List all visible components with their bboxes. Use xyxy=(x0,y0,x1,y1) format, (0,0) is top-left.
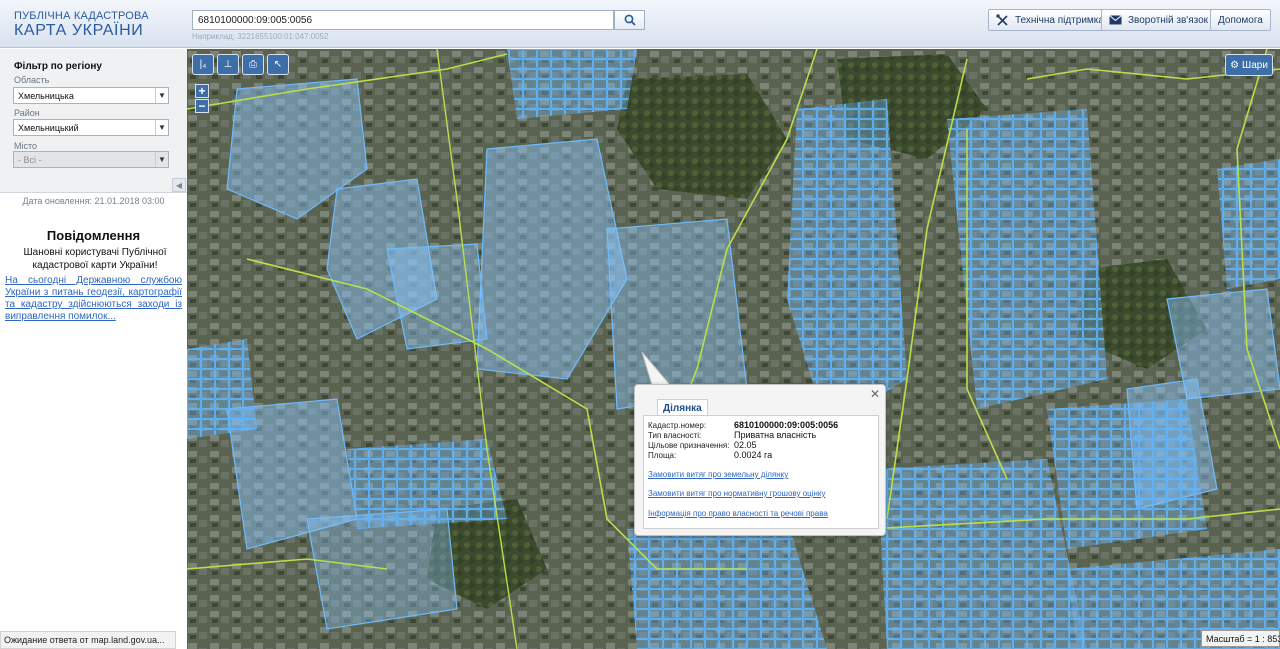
tab-parcel[interactable]: Ділянка xyxy=(657,399,708,416)
identify-button[interactable]: ↖ xyxy=(267,54,289,75)
city-select[interactable]: - Всі - ▼ xyxy=(13,151,169,168)
magnifier-icon xyxy=(624,14,636,26)
feedback-label: Зворотній зв'язок xyxy=(1128,14,1209,26)
help-button[interactable]: Допомога xyxy=(1210,9,1271,31)
zoom-out-button[interactable]: − xyxy=(195,99,209,113)
cadastral-number-value: 6810100000:09:005:0056 xyxy=(734,420,839,430)
district-select[interactable]: Хмельницький ▼ xyxy=(13,119,169,136)
close-icon[interactable]: ✕ xyxy=(870,388,880,400)
map-view[interactable]: |₄ ⊥ ⎙ ↖ + − ⚙ Шари Масштаб = 1 : 8531 xyxy=(187,49,1280,649)
measure-area-button[interactable]: ⊥ xyxy=(217,54,239,75)
purpose-label: Цільове призначення: xyxy=(648,441,730,450)
print-button[interactable]: ⎙ xyxy=(242,54,264,75)
measure-line-icon: |₄ xyxy=(199,59,207,70)
logo-line1: ПУБЛІЧНА КАДАСТРОВА xyxy=(14,10,149,22)
filter-title: Фільтр по регіону xyxy=(14,61,102,72)
browser-status-bar: Ожидание ответа от map.land.gov.ua... xyxy=(0,631,176,649)
notice-link[interactable]: На сьогодні Державною службою України з … xyxy=(5,275,182,323)
layers-button[interactable]: ⚙ Шари xyxy=(1225,54,1273,76)
collapse-sidebar-button[interactable]: ◀ xyxy=(172,178,186,192)
ownership-rights-link[interactable]: Інформація про право власності та речові… xyxy=(648,509,828,518)
zoom-in-button[interactable]: + xyxy=(195,84,209,98)
cadastral-search-input[interactable] xyxy=(192,10,614,30)
popup-pointer xyxy=(641,352,672,386)
chevron-down-icon: ▼ xyxy=(155,120,168,135)
layers-label: Шари xyxy=(1242,59,1268,71)
region-filter-panel: Фільтр по регіону Область Хмельницька ▼ … xyxy=(0,49,187,193)
tools-icon xyxy=(996,14,1008,26)
chevron-down-icon: ▼ xyxy=(155,88,168,103)
print-icon: ⎙ xyxy=(249,59,257,70)
map-toolbar: |₄ ⊥ ⎙ ↖ xyxy=(192,54,289,75)
notice-title: Повідомлення xyxy=(46,228,141,243)
site-logo[interactable]: ПУБЛІЧНА КАДАСТРОВА КАРТА УКРАЇНИ xyxy=(14,11,149,39)
search-bar xyxy=(192,10,645,30)
header-bar: ПУБЛІЧНА КАДАСТРОВА КАРТА УКРАЇНИ Наприк… xyxy=(0,0,1280,48)
order-parcel-extract-link[interactable]: Замовити витяг про земельну ділянку xyxy=(648,470,788,479)
logo-line2: КАРТА УКРАЇНИ xyxy=(14,22,144,39)
search-button[interactable] xyxy=(614,10,645,30)
purpose-value: 02.05 xyxy=(734,440,757,450)
identify-icon: ↖ xyxy=(273,59,283,70)
city-label: Місто xyxy=(14,141,38,151)
area-value: 0.0024 га xyxy=(734,450,773,460)
feedback-button[interactable]: Зворотній зв'язок xyxy=(1101,9,1217,31)
search-example: Наприклад: 3221655100:01:047:0052 xyxy=(192,32,329,41)
region-label: Область xyxy=(14,75,50,85)
region-select[interactable]: Хмельницька ▼ xyxy=(13,87,169,104)
district-label: Район xyxy=(14,108,40,118)
tech-support-label: Технічна підтримка xyxy=(1015,14,1104,26)
envelope-icon xyxy=(1109,15,1122,25)
chevron-left-icon: ◀ xyxy=(175,180,183,190)
sidebar: Фільтр по регіону Область Хмельницька ▼ … xyxy=(0,49,187,649)
order-valuation-extract-link[interactable]: Замовити витяг про нормативну грошову оц… xyxy=(648,489,826,498)
update-date: Дата оновлення: 21.01.2018 03:00 xyxy=(22,196,165,206)
area-label: Площа: xyxy=(648,451,677,460)
satellite-imagery[interactable] xyxy=(187,49,1280,649)
help-label: Допомога xyxy=(1218,14,1263,26)
ownership-type-label: Тип власності: xyxy=(648,431,702,440)
district-value: Хмельницький xyxy=(18,123,79,133)
ownership-type-value: Приватна власність xyxy=(734,430,817,440)
cadastral-number-label: Кадастр.номер: xyxy=(648,421,707,430)
city-value: - Всі - xyxy=(18,155,42,165)
measure-area-icon: ⊥ xyxy=(223,59,233,70)
parcel-info-popup: ✕ Ділянка Кадастр.номер: 6810100000:09:0… xyxy=(634,384,886,536)
gear-icon: ⚙ xyxy=(1230,59,1240,71)
chevron-down-icon: ▼ xyxy=(155,152,168,167)
region-value: Хмельницька xyxy=(18,91,74,101)
notice-body: Шановні користувачі Публічної кадастрово… xyxy=(23,247,167,271)
parcel-details: Кадастр.номер: 6810100000:09:005:0056 Ти… xyxy=(643,415,879,529)
map-scale: Масштаб = 1 : 8531 xyxy=(1201,630,1280,647)
tech-support-button[interactable]: Технічна підтримка xyxy=(988,9,1112,31)
measure-line-button[interactable]: |₄ xyxy=(192,54,214,75)
